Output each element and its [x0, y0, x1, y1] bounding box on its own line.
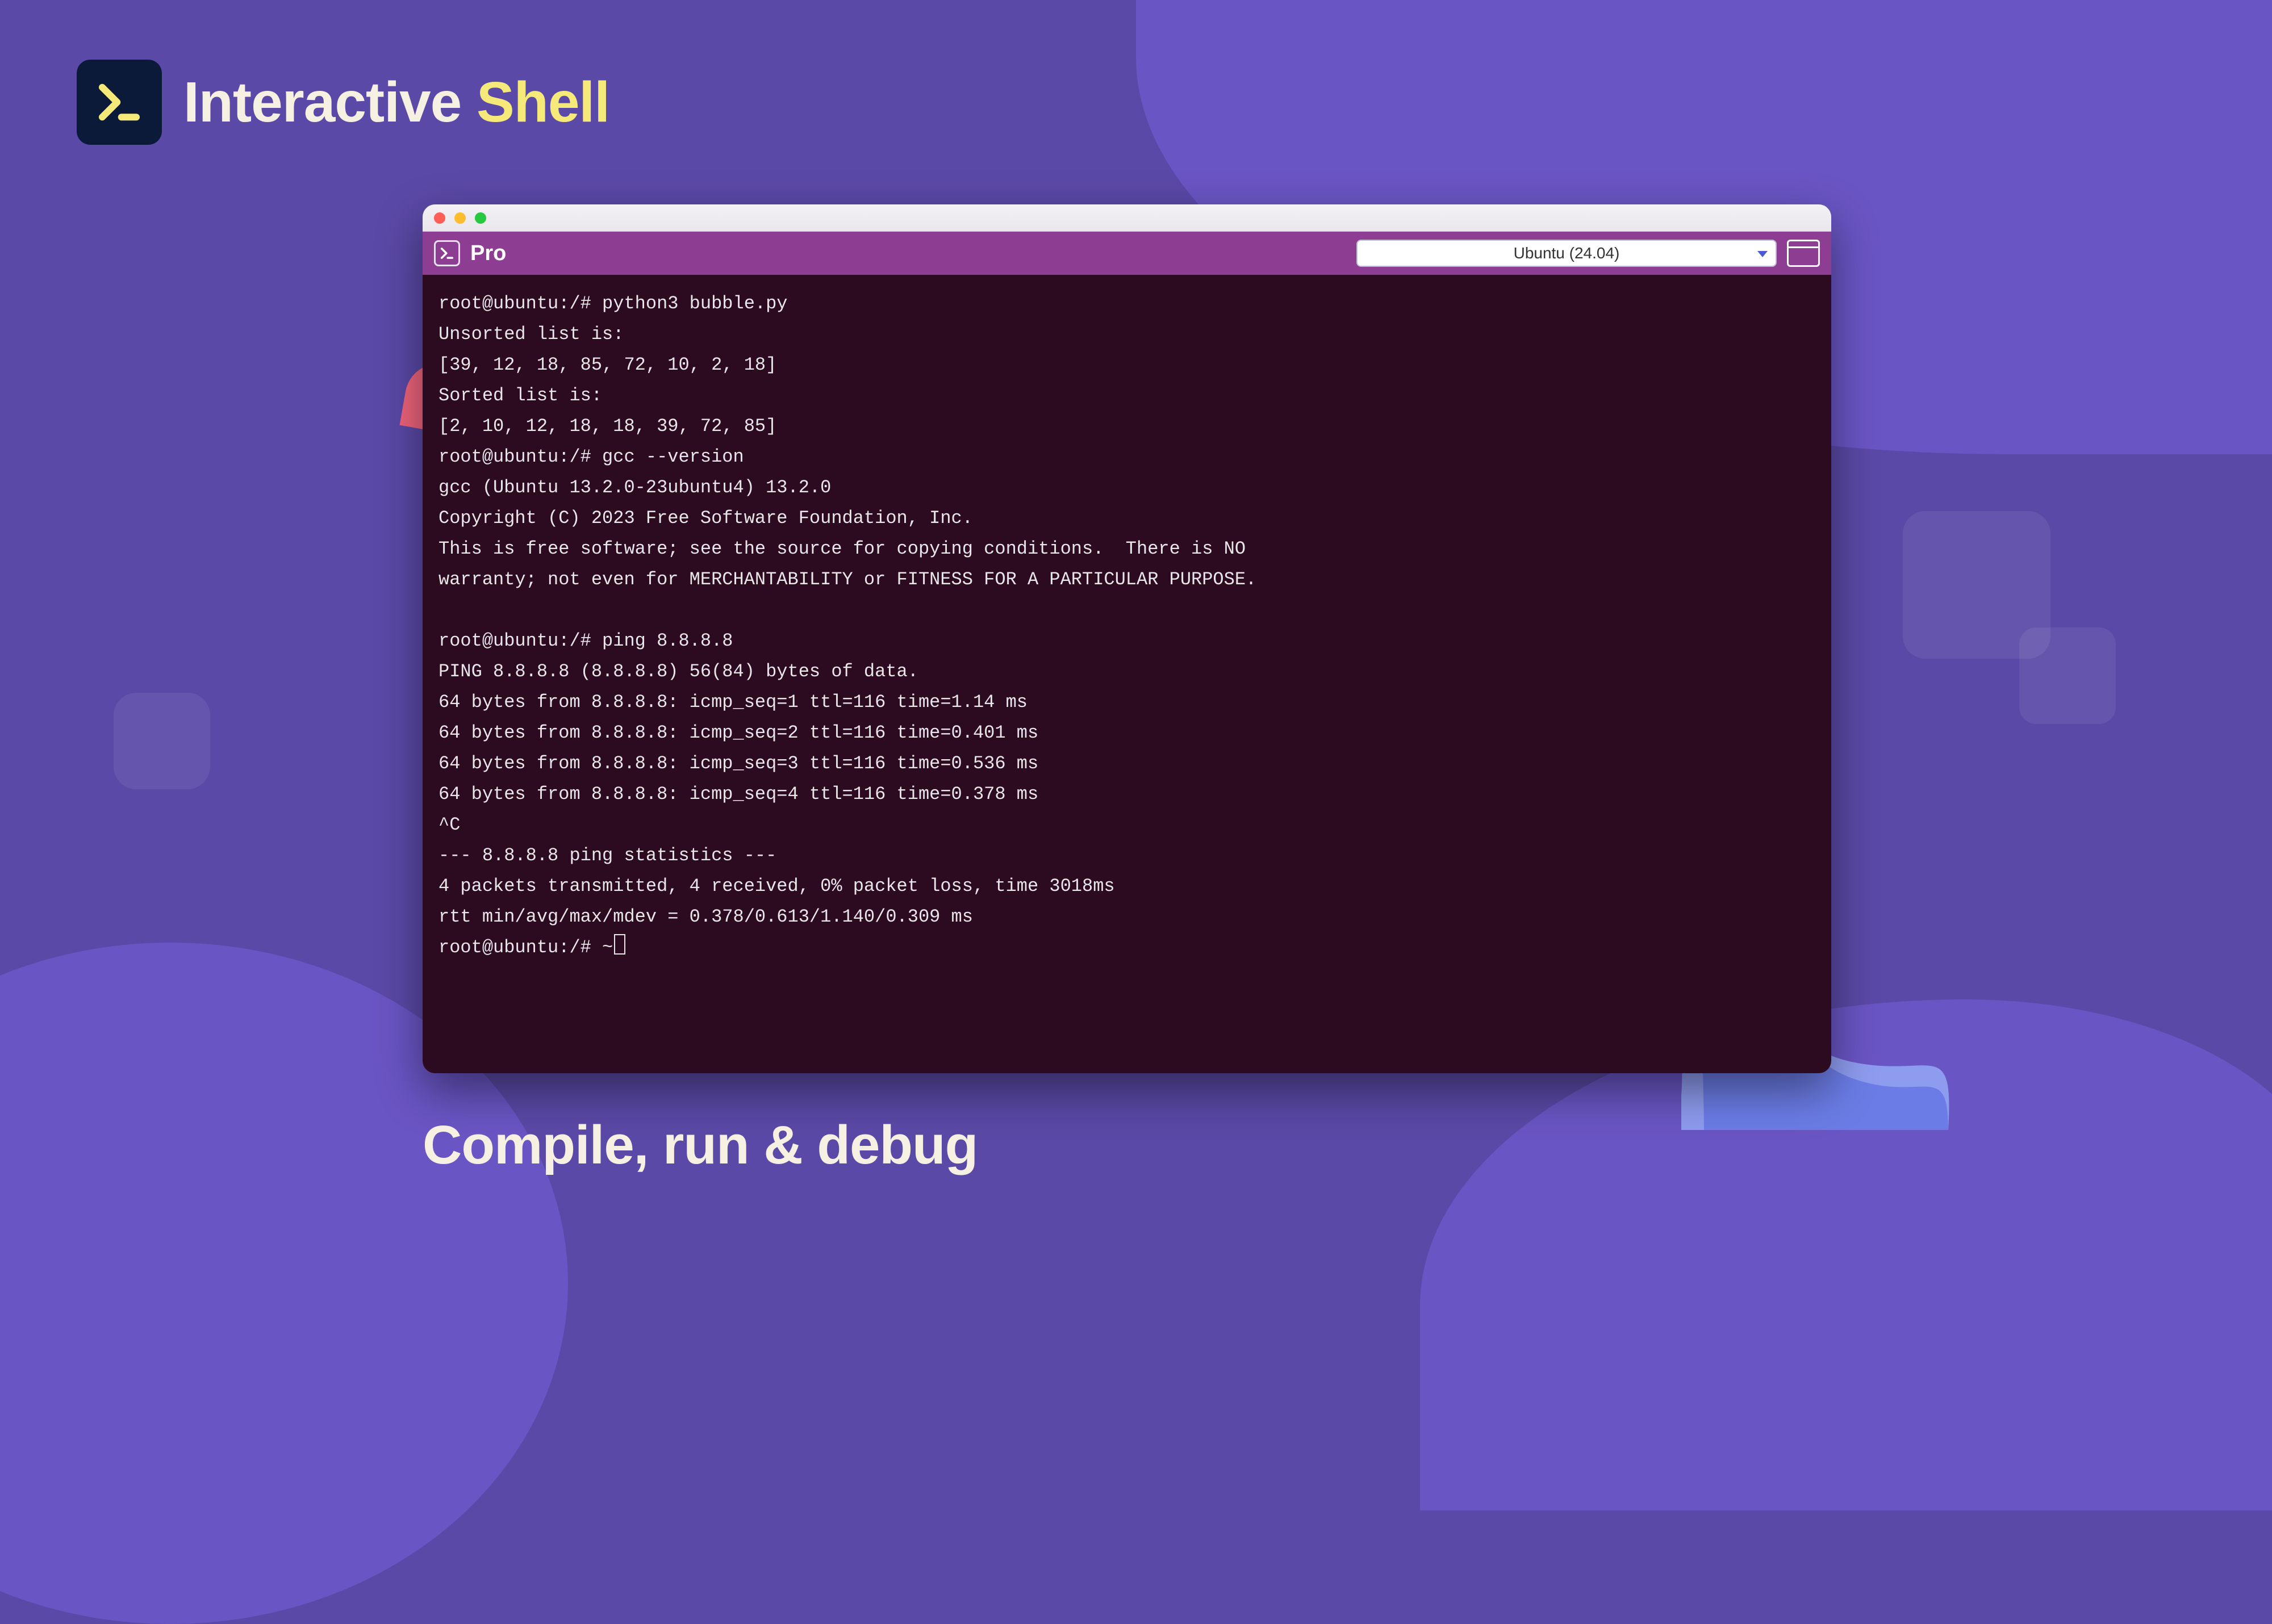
bg-square-left: [114, 693, 210, 789]
window-titlebar: [423, 204, 1831, 232]
layout-toggle-button[interactable]: [1787, 240, 1820, 267]
terminal-output: root@ubuntu:/# python3 bubble.py Unsorte…: [438, 288, 1815, 963]
os-selector-dropdown[interactable]: Ubuntu (24.04): [1356, 240, 1777, 267]
terminal-cursor: [614, 934, 625, 955]
window-minimize-button[interactable]: [454, 212, 466, 224]
tagline: Compile, run & debug: [423, 1114, 978, 1177]
window-close-button[interactable]: [434, 212, 445, 224]
bg-square-right: [1903, 511, 2050, 659]
page-title-main: Interactive: [183, 70, 477, 134]
page-header: Interactive Shell: [77, 60, 609, 145]
layout-icon: [1789, 241, 1818, 248]
page-title-accent: Shell: [477, 70, 609, 134]
os-selector-value: Ubuntu (24.04): [1514, 244, 1620, 262]
toolbar-logo-icon: [434, 240, 460, 266]
window-maximize-button[interactable]: [475, 212, 486, 224]
terminal-body[interactable]: root@ubuntu:/# python3 bubble.py Unsorte…: [423, 275, 1831, 1073]
app-logo-icon: [77, 60, 162, 145]
page-title: Interactive Shell: [183, 70, 609, 135]
app-toolbar: Pro Ubuntu (24.04): [423, 232, 1831, 275]
terminal-window: Pro Ubuntu (24.04) root@ubuntu:/# python…: [423, 204, 1831, 1073]
app-name-label: Pro: [470, 241, 506, 266]
